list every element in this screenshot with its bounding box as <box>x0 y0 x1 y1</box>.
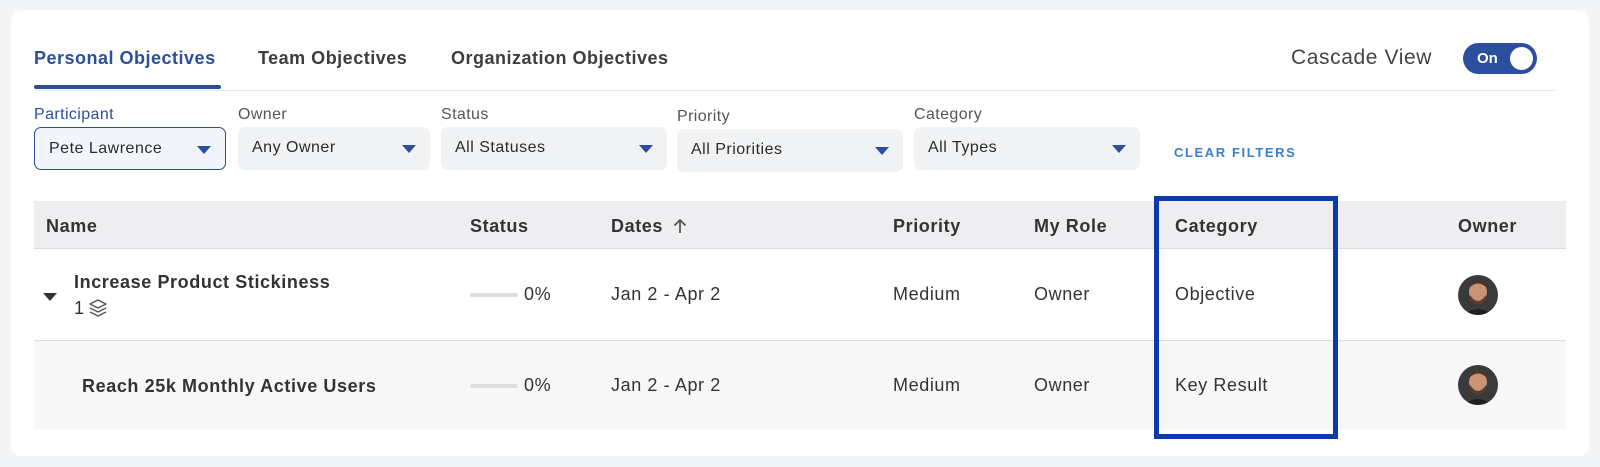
category-filter-label: Category <box>914 106 983 123</box>
owner-filter: Owner Any Owner <box>238 106 430 170</box>
priority-filter: Priority All Priorities <box>677 108 903 172</box>
role-value: Owner <box>1034 284 1091 304</box>
cascade-view-label: Cascade View <box>1291 46 1433 69</box>
column-header-owner[interactable]: Owner <box>1458 216 1517 237</box>
progress-bar <box>470 293 518 297</box>
table-row[interactable]: Reach 25k Monthly Active Users 0% Jan 2 … <box>34 341 1566 429</box>
priority-value: Medium <box>893 375 961 395</box>
sort-ascending-icon <box>673 218 687 233</box>
category-value: Objective <box>1175 284 1256 304</box>
owner-filter-label: Owner <box>238 106 288 123</box>
owner-select-value: Any Owner <box>252 139 336 156</box>
cascade-view-toggle[interactable]: On <box>1463 43 1537 74</box>
category-select-value: All Types <box>928 139 998 156</box>
tab-organization-objectives[interactable]: Organization Objectives <box>451 48 669 69</box>
column-header-dates[interactable]: Dates <box>611 216 687 237</box>
toggle-knob <box>1510 47 1533 70</box>
category-value: Key Result <box>1175 375 1269 395</box>
progress-value: 0% <box>524 375 552 395</box>
key-result-name[interactable]: Reach 25k Monthly Active Users <box>82 376 376 397</box>
child-count: 1 <box>74 298 85 318</box>
status-select[interactable]: All Statuses <box>441 127 667 170</box>
clear-filters-button[interactable]: CLEAR FILTERS <box>1174 145 1296 160</box>
column-header-category[interactable]: Category <box>1175 216 1258 237</box>
category-filter: Category All Types <box>914 106 1140 170</box>
objectives-card: Personal Objectives Team Objectives Orga… <box>11 10 1589 456</box>
priority-select-value: All Priorities <box>691 141 783 158</box>
column-header-priority[interactable]: Priority <box>893 216 961 237</box>
participant-select[interactable]: Pete Lawrence <box>34 127 226 170</box>
progress-value: 0% <box>524 284 552 304</box>
objective-name[interactable]: Increase Product Stickiness <box>74 272 330 293</box>
chevron-down-icon <box>197 146 211 154</box>
chevron-down-icon <box>402 145 416 153</box>
column-header-dates-label: Dates <box>611 216 664 236</box>
tab-personal-objectives[interactable]: Personal Objectives <box>34 48 216 69</box>
layers-icon <box>89 299 107 317</box>
column-header-name[interactable]: Name <box>46 216 97 237</box>
status-select-value: All Statuses <box>455 139 546 156</box>
category-select[interactable]: All Types <box>914 127 1140 170</box>
dates-value: Jan 2 - Apr 2 <box>611 284 721 304</box>
avatar-image <box>1458 275 1498 315</box>
priority-filter-label: Priority <box>677 108 730 125</box>
tab-team-objectives[interactable]: Team Objectives <box>258 48 407 69</box>
active-tab-indicator <box>34 85 221 89</box>
participant-select-value: Pete Lawrence <box>49 140 163 157</box>
owner-select[interactable]: Any Owner <box>238 127 430 170</box>
priority-select[interactable]: All Priorities <box>677 129 903 172</box>
status-filter: Status All Statuses <box>441 106 667 170</box>
table-header: Name Status Dates Priority My Role Categ… <box>34 201 1566 249</box>
dates-value: Jan 2 - Apr 2 <box>611 375 721 395</box>
expand-caret-icon[interactable] <box>43 293 57 301</box>
column-header-status[interactable]: Status <box>470 216 529 237</box>
chevron-down-icon <box>875 147 889 155</box>
column-header-my-role[interactable]: My Role <box>1034 216 1107 237</box>
progress-bar <box>470 384 518 388</box>
status-filter-label: Status <box>441 106 489 123</box>
owner-avatar[interactable] <box>1458 365 1498 405</box>
chevron-down-icon <box>1112 145 1126 153</box>
participant-filter: Participant Pete Lawrence <box>34 106 226 170</box>
table-row[interactable]: Increase Product Stickiness 1 0% Jan 2 -… <box>34 250 1566 341</box>
avatar-image <box>1458 365 1498 405</box>
participant-filter-label: Participant <box>34 106 114 123</box>
chevron-down-icon <box>639 145 653 153</box>
owner-avatar[interactable] <box>1458 275 1498 315</box>
toggle-state-label: On <box>1477 50 1498 67</box>
role-value: Owner <box>1034 375 1091 395</box>
priority-value: Medium <box>893 284 961 304</box>
